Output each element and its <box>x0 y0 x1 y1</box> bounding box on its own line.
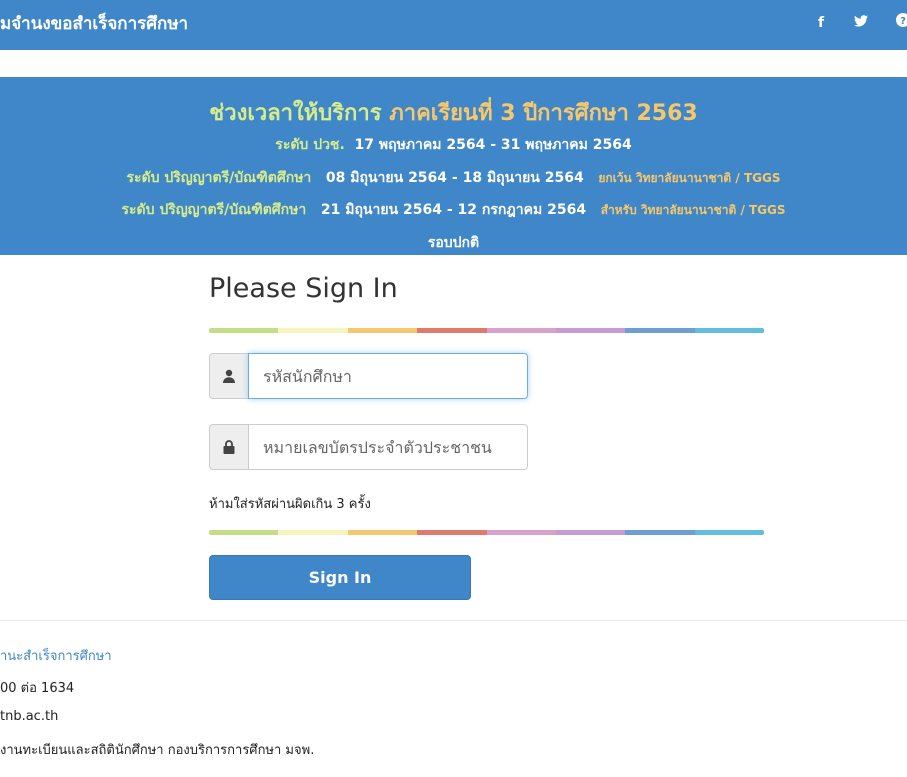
rainbow-segment <box>555 530 626 535</box>
banner-line-undergrad-1: ระดับ ปริญญาตรี/บัณฑิตศึกษา 08 มิถุนายน … <box>0 167 907 189</box>
student-id-group <box>209 353 528 399</box>
banner-line3-dates: 21 มิถุนายน 2564 - 12 กรกฎาคม 2564 <box>320 202 587 218</box>
banner-line1-dates: 17 พฤษภาคม 2564 - 31 พฤษภาคม 2564 <box>354 137 632 153</box>
rainbow-segment <box>209 328 279 333</box>
banner-line-vocational: ระดับ ปวช. 17 พฤษภาคม 2564 - 31 พฤษภาคม … <box>0 134 907 156</box>
rainbow-segment <box>694 530 764 535</box>
banner-title-prefix: ช่วงเวลาให้บริการ <box>209 101 382 126</box>
footer-divider <box>0 620 907 621</box>
rainbow-segment <box>625 530 695 535</box>
navbar-brand[interactable]: มจำนงขอสำเร็จการศึกษา <box>0 10 188 37</box>
rainbow-segment <box>278 328 348 333</box>
help-icon[interactable]: ? <box>893 13 907 33</box>
rainbow-segment <box>625 328 695 333</box>
page-title: Please Sign In <box>209 273 398 304</box>
banner-title: ช่วงเวลาให้บริการ ภาคเรียนที่ 3 ปีการศึก… <box>0 95 907 130</box>
id-card-input[interactable] <box>248 424 528 470</box>
banner-line3-label: ระดับ ปริญญาตรี/บัณฑิตศึกษา <box>121 202 307 218</box>
banner-line-undergrad-2: ระดับ ปริญญาตรี/บัณฑิตศึกษา 21 มิถุนายน … <box>0 199 907 221</box>
banner-line3-note: สำหรับ วิทยาลัยนานาชาติ / TGGS <box>600 203 786 217</box>
facebook-icon[interactable]: f <box>811 13 831 33</box>
footer-website: tnb.ac.th <box>0 709 59 724</box>
rainbow-segment <box>347 328 418 333</box>
banner-title-suffix: ภาคเรียนที่ 3 ปีการศึกษา 2563 <box>389 101 698 126</box>
banner-line2-label: ระดับ ปริญญาตรี/บัณฑิตศึกษา <box>126 170 312 186</box>
rainbow-segment <box>347 530 418 535</box>
top-navbar: มจำนงขอสำเร็จการศึกษา f ? <box>0 0 907 50</box>
service-period-banner: ช่วงเวลาให้บริการ ภาคเรียนที่ 3 ปีการศึก… <box>0 77 907 255</box>
footer-title[interactable]: านะสำเร็จการศึกษา <box>0 645 112 666</box>
student-id-input[interactable] <box>248 353 528 399</box>
rainbow-divider-top <box>209 328 764 333</box>
banner-line1-label: ระดับ ปวช. <box>275 137 345 153</box>
footer-office: งานทะเบียนและสถิตินักศึกษา กองบริการการศ… <box>0 743 315 758</box>
rainbow-segment <box>486 328 556 333</box>
rainbow-segment <box>486 530 556 535</box>
banner-line2-note: ยกเว้น วิทยาลัยนานาชาติ / TGGS <box>598 171 781 185</box>
rainbow-divider-bottom <box>209 530 764 535</box>
rainbow-segment <box>417 328 487 333</box>
footer-phone: 00 ต่อ 1634 <box>0 681 75 696</box>
user-icon <box>209 353 248 399</box>
rainbow-segment <box>209 530 279 535</box>
rainbow-segment <box>278 530 348 535</box>
rainbow-segment <box>694 328 764 333</box>
password-warning: ห้ามใส่รหัสผ่านผิดเกิน 3 ครั้ง <box>209 497 371 512</box>
sign-in-button[interactable]: Sign In <box>209 555 471 600</box>
svg-text:?: ? <box>900 16 906 27</box>
id-card-group <box>209 424 528 470</box>
rainbow-segment <box>555 328 626 333</box>
twitter-icon[interactable] <box>851 13 871 33</box>
banner-line2-dates: 08 มิถุนายน 2564 - 18 มิถุนายน 2564 <box>325 170 584 186</box>
lock-icon <box>209 424 248 470</box>
banner-round: รอบปกติ <box>427 235 480 251</box>
rainbow-segment <box>417 530 487 535</box>
